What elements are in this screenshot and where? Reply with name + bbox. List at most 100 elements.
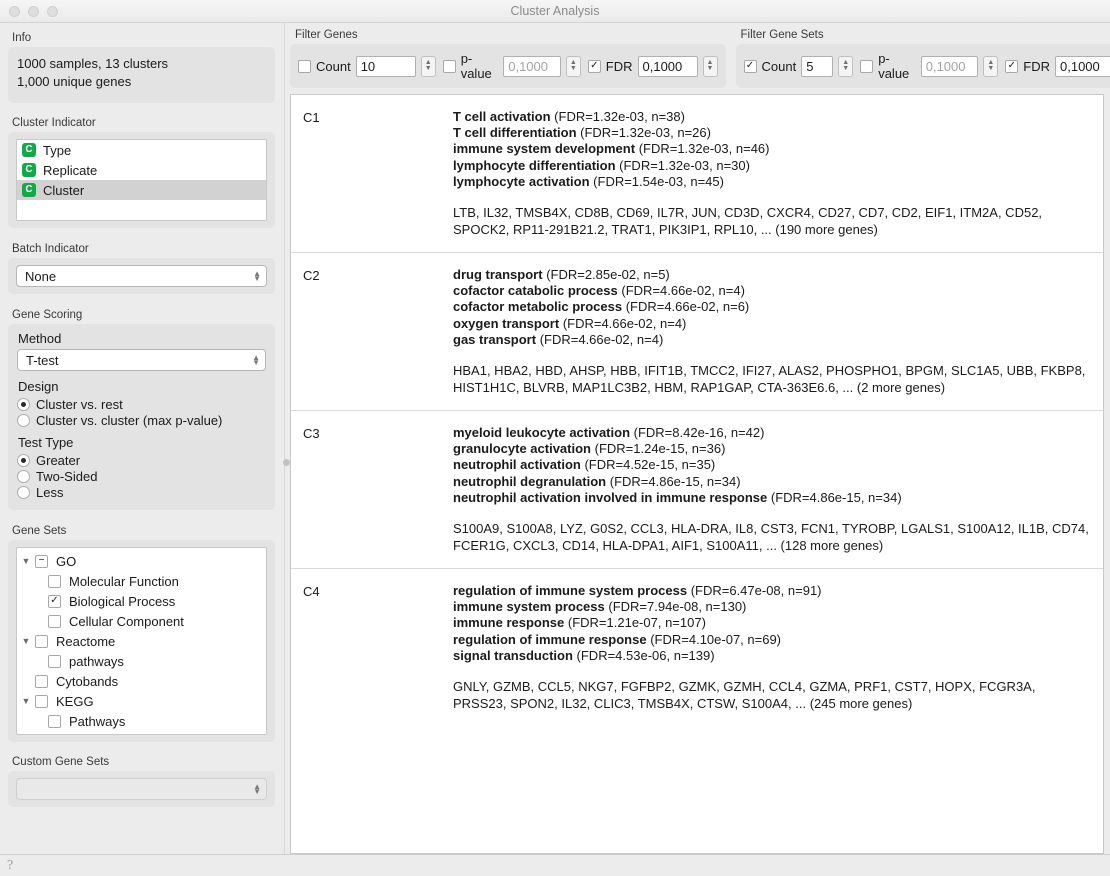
tree-item-label: Reactome [56,633,116,649]
gene-set-stat: (FDR=1.24e-15, n=36) [594,441,726,457]
gene-set-name: lymphocyte differentiation [453,157,616,173]
gene-set-row: oxygen transport (FDR=4.66e-02, n=4) [453,316,1091,332]
chevron-down-icon[interactable]: ▼ [17,636,35,646]
gene-set-row: cofactor catabolic process (FDR=4.66e-02… [453,283,1091,299]
tree-item-molecular-function[interactable]: Molecular Function [17,571,266,591]
gene-set-stat: (FDR=4.66e-02, n=6) [625,299,750,315]
minimize-button[interactable] [28,5,39,17]
filter-genes-fdr-stepper[interactable]: ▲ ▼ [702,55,718,77]
gene-set-name: granulocyte activation [453,441,591,457]
checkbox-icon[interactable] [35,674,48,688]
splitter-grip[interactable] [283,459,290,466]
tree-item-cytobands[interactable]: Cytobands [17,671,266,691]
filters-toolbar: Filter Genes Count 10 ▲ ▼ p-value 0,1000 … [290,26,1110,88]
table-row[interactable]: C3 myeloid leukocyte activation (FDR=8.4… [291,411,1103,570]
gene-set-row: neutrophil activation involved in immune… [453,490,1091,506]
cluster-indicator-item-replicate[interactable]: C Replicate [17,160,266,180]
gene-set-stat: (FDR=1.32e-03, n=46) [638,141,770,157]
checkbox-icon[interactable] [48,614,61,628]
question-mark-icon[interactable]: ? [7,858,13,874]
gene-set-name: immune system process [453,599,605,615]
cluster-results-table[interactable]: C1 T cell activation (FDR=1.32e-03, n=38… [290,94,1104,854]
zoom-button[interactable] [47,5,58,17]
checkbox-icon[interactable]: − [35,554,48,568]
close-button[interactable] [9,5,20,17]
tree-item-label: Cellular Component [69,613,184,629]
chevron-down-icon[interactable]: ▼ [17,696,35,706]
table-row[interactable]: C1 T cell activation (FDR=1.32e-03, n=38… [291,95,1103,254]
filter-gene-sets-fdr-label: FDR [1023,58,1050,74]
gene-set-stat: (FDR=4.66e-02, n=4) [539,331,664,347]
filter-genes-count-stepper[interactable]: ▲ ▼ [420,55,436,77]
filter-gene-sets-count-label: Count [761,58,797,74]
checkbox-icon[interactable] [35,634,48,648]
gene-set-name: neutrophil degranulation [453,473,607,489]
filter-gene-sets-count-stepper[interactable]: ▲ ▼ [838,55,854,77]
gene-set-stat: (FDR=8.42e-16, n=42) [633,425,765,441]
design-option-cluster-vs-cluster[interactable]: Cluster vs. cluster (max p-value) [17,413,266,428]
filter-genes-fdr-input[interactable]: 0,1000 [637,55,698,77]
tree-item-kegg[interactable]: ▼ KEGG [17,691,266,711]
checkbox-icon[interactable] [48,714,61,728]
pane-splitter[interactable] [283,23,290,854]
checkbox-icon[interactable] [35,694,48,708]
filter-genes-label: Filter Genes [295,29,358,41]
table-row[interactable]: C4 regulation of immune system process (… [291,569,1103,726]
filter-gene-sets-fdr-input[interactable]: 0,1000 [1055,55,1110,77]
checkbox-icon[interactable] [442,59,456,73]
tree-item-pathways-reactome[interactable]: pathways [17,651,266,671]
filter-gene-sets-count-input[interactable]: 5 [801,55,834,77]
cluster-indicator-item-type[interactable]: C Type [17,140,266,160]
custom-gene-sets-select[interactable]: ▲ ▼ [16,778,267,800]
gene-sets-tree[interactable]: ▼ − GO Molecular Function ✓ Biological P… [16,547,267,735]
tree-item-go[interactable]: ▼ − GO [17,551,266,571]
filter-gene-sets-pvalue-stepper[interactable]: ▲ ▼ [983,55,999,77]
filter-genes-panel: Count 10 ▲ ▼ p-value 0,1000 ▲ ▼ ✓ FDR 0,10… [290,44,726,88]
chevron-down-icon[interactable]: ▼ [17,556,35,566]
gene-set-name: T cell differentiation [453,125,577,141]
gene-set-row: immune response (FDR=1.21e-07, n=107) [453,615,1091,631]
design-label: Design [18,379,59,394]
tree-item-pathways-kegg[interactable]: Pathways [17,711,266,731]
window-titlebar: Cluster Analysis [0,0,1110,23]
tree-item-cellular-component[interactable]: Cellular Component [17,611,266,631]
checkbox-icon[interactable] [860,59,874,73]
checkbox-icon[interactable] [48,574,61,588]
gene-set-name: immune response [453,615,565,631]
checkbox-icon[interactable]: ✓ [587,59,601,73]
filter-genes-pvalue-stepper[interactable]: ▲ ▼ [565,55,581,77]
filter-genes-pvalue-group: p-value 0,1000 ▲ ▼ [442,51,581,81]
filter-genes-pvalue-input[interactable]: 0,1000 [503,55,561,77]
gene-set-name: lymphocyte activation [453,173,590,189]
custom-gene-sets-panel: ▲ ▼ [8,771,275,807]
table-row[interactable]: C2 drug transport (FDR=2.85e-02, n=5) co… [291,253,1103,412]
filter-gene-sets-panel: ✓ Count 5 ▲ ▼ p-value 0,1000 ▲ ▼ ✓ FDR 0… [735,44,1110,88]
batch-indicator-value: None [25,268,57,284]
tree-item-label: pathways [69,653,124,669]
filter-genes-count-input[interactable]: 10 [355,55,416,77]
cluster-indicator-item-label: Replicate [43,162,98,178]
checkbox-icon[interactable] [48,654,61,668]
design-option-cluster-vs-rest[interactable]: Cluster vs. rest [17,397,266,412]
test-type-option-greater[interactable]: Greater [17,453,266,468]
cluster-name: C2 [303,268,320,284]
test-type-option-two-sided[interactable]: Two-Sided [17,469,266,484]
cluster-detail: T cell activation (FDR=1.32e-03, n=38) T… [453,109,1091,238]
info-group-label: Info [12,32,32,44]
checkbox-icon[interactable]: ✓ [743,59,757,73]
gene-set-row: gas transport (FDR=4.66e-02, n=4) [453,332,1091,348]
batch-indicator-select[interactable]: None ▲ ▼ [16,265,267,287]
cluster-indicator-list[interactable]: C Type C Replicate C Cluster [16,139,267,221]
checkbox-icon[interactable]: ✓ [1005,59,1019,73]
gene-set-stat: (FDR=2.85e-02, n=5) [546,267,670,283]
tree-item-reactome[interactable]: ▼ Reactome [17,631,266,651]
checkbox-icon[interactable]: ✓ [48,594,61,608]
test-type-option-less[interactable]: Less [17,485,266,500]
method-select[interactable]: T-test ▲ ▼ [17,349,266,371]
tree-item-label: KEGG [56,693,94,709]
cluster-indicator-item-cluster[interactable]: C Cluster [17,180,266,200]
filter-gene-sets-label: Filter Gene Sets [740,29,824,41]
filter-gene-sets-pvalue-input[interactable]: 0,1000 [920,55,979,77]
checkbox-icon[interactable] [298,59,311,73]
tree-item-biological-process[interactable]: ✓ Biological Process [17,591,266,611]
